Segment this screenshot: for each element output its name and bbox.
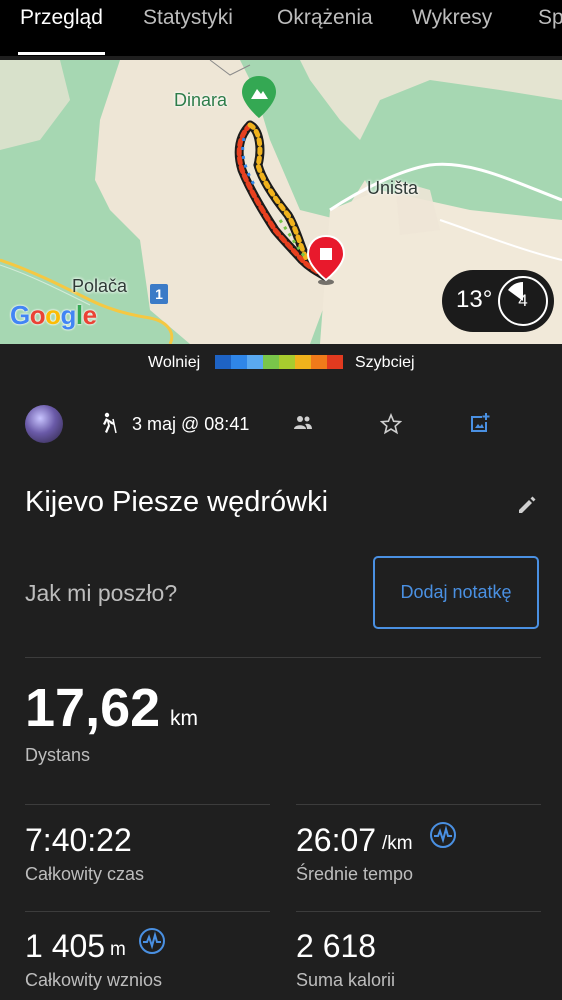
total-time-value: 7:40:22	[25, 822, 132, 858]
map-label-peak: Dinara	[174, 90, 228, 110]
tab-bar: Przegląd Statystyki Okrążenia Wykresy Sp	[0, 0, 562, 56]
legend-swatch	[263, 355, 279, 369]
avg-pace-value: 26:07	[296, 822, 377, 858]
distance-value: 17,62	[25, 678, 161, 738]
legend-swatch	[247, 355, 263, 369]
people-icon[interactable]	[293, 415, 313, 436]
tab-statistics[interactable]: Statystyki	[143, 6, 233, 30]
active-tab-indicator	[18, 52, 105, 55]
hiking-icon	[96, 412, 118, 439]
add-note-button[interactable]: Dodaj notatkę	[373, 556, 539, 629]
total-ascent-unit: m	[110, 939, 126, 960]
tab-overview[interactable]: Przegląd	[20, 6, 103, 30]
map-label-town-1: Uništa	[367, 178, 419, 198]
legend-color-bar	[215, 355, 343, 369]
total-ascent-label: Całkowity wznios	[25, 970, 163, 990]
wind-dial-icon: 4	[498, 276, 548, 326]
avatar[interactable]	[25, 405, 63, 443]
legend-swatch	[279, 355, 295, 369]
calories-value: 2 618	[296, 928, 377, 964]
divider	[25, 911, 270, 912]
wind-speed-value: 4	[518, 291, 528, 310]
legend-swatch	[311, 355, 327, 369]
tab-more[interactable]: Sp	[538, 6, 562, 30]
speed-legend: Wolniej Szybciej	[0, 350, 562, 376]
calories-label: Suma kalorii	[296, 970, 396, 990]
route-map[interactable]: Dinara Uništa Polača 1 Google 13° 4	[0, 60, 562, 344]
temperature-value: 13°	[456, 286, 493, 313]
divider	[25, 657, 541, 658]
divider	[25, 804, 270, 805]
avg-pace-label: Średnie tempo	[296, 864, 414, 884]
activity-info-row: 3 maj @ 08:41	[0, 402, 562, 446]
chart-pulse-icon[interactable]	[429, 821, 457, 854]
divider	[296, 804, 541, 805]
legend-swatch	[231, 355, 247, 369]
activity-date: 3 maj @ 08:41	[132, 414, 250, 434]
distance-label: Dystans	[25, 745, 91, 765]
road-number-badge: 1	[150, 284, 168, 304]
legend-swatch	[295, 355, 311, 369]
tab-charts[interactable]: Wykresy	[412, 6, 492, 30]
total-time-label: Całkowity czas	[25, 864, 145, 884]
divider	[296, 911, 541, 912]
avg-pace-unit: /km	[382, 833, 413, 854]
add-photo-icon[interactable]	[468, 411, 492, 440]
tab-laps[interactable]: Okrążenia	[277, 6, 373, 30]
activity-title: Kijevo Piesze wędrówki	[25, 486, 329, 518]
weather-widget[interactable]: 13° 4	[442, 270, 554, 332]
feedback-prompt: Jak mi poszło?	[25, 580, 178, 606]
total-ascent-value: 1 405	[25, 928, 106, 964]
legend-fast-label: Szybciej	[355, 354, 415, 371]
chart-pulse-icon[interactable]	[138, 927, 166, 960]
favorite-star-icon[interactable]	[379, 412, 403, 440]
legend-slow-label: Wolniej	[148, 354, 201, 371]
legend-swatch	[215, 355, 231, 369]
legend-swatch	[327, 355, 343, 369]
edit-pencil-icon[interactable]	[516, 494, 538, 521]
map-label-town-2: Polača	[72, 276, 128, 296]
distance-unit: km	[170, 707, 198, 730]
google-logo: Google	[10, 300, 97, 330]
